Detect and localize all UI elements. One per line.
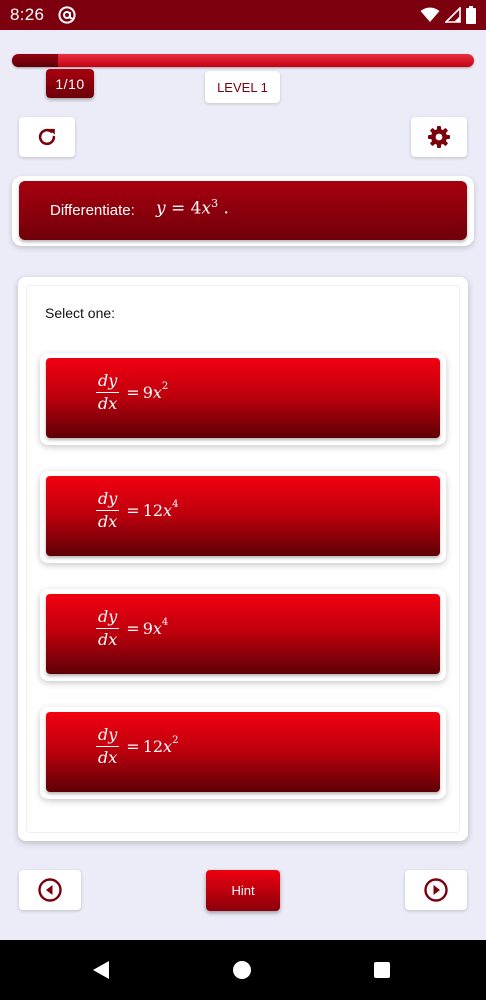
answer-rhs: 9x2 (142, 380, 169, 402)
fraction-numerator: dy (96, 726, 120, 747)
progress-fill (12, 54, 59, 67)
answer-option-4: dy dx = 12x2 (40, 707, 446, 799)
wifi-icon (420, 7, 440, 22)
circle-arrow-right-icon (424, 878, 448, 902)
answer-button-4[interactable]: dy dx = 12x2 (46, 712, 440, 792)
question-lhs: y (156, 198, 166, 219)
answers-panel: Select one: dy dx = 9x2 dy dx = 12x4 dy dx … (18, 277, 468, 841)
answer-button-1[interactable]: dy dx = 9x2 (46, 358, 440, 438)
answer-option-1: dy dx = 9x2 (40, 353, 446, 445)
question-equals: = (171, 198, 186, 219)
question-variable: x (201, 198, 212, 219)
answer-equation: dy dx = 9x4 (96, 608, 168, 649)
battery-icon (466, 6, 476, 24)
answer-option-3: dy dx = 9x4 (40, 589, 446, 681)
cell-signal-icon (445, 7, 461, 23)
back-icon[interactable] (92, 960, 110, 980)
answer-equation: dy dx = 9x2 (96, 372, 168, 413)
derivative-fraction: dy dx (96, 608, 120, 649)
question-equation: y = 4x3 . (156, 197, 229, 219)
question-counter: 1/10 (46, 69, 94, 98)
gear-icon (428, 126, 450, 148)
answer-equals: = (126, 737, 140, 756)
derivative-fraction: dy dx (96, 726, 120, 767)
derivative-fraction: dy dx (96, 490, 120, 531)
answer-option-2: dy dx = 12x4 (40, 471, 446, 563)
fraction-denominator: dx (98, 394, 118, 413)
refresh-button[interactable] (19, 117, 75, 157)
answer-coefficient: 9 (142, 619, 153, 638)
next-button[interactable] (405, 870, 467, 910)
refresh-icon (38, 128, 56, 146)
status-time: 8:26 (10, 5, 45, 24)
answer-variable: x (152, 383, 162, 402)
question-terminator: . (223, 198, 229, 219)
answer-equation: dy dx = 12x2 (96, 726, 178, 767)
settings-button[interactable] (411, 117, 467, 157)
answer-variable: x (163, 737, 173, 756)
progress-bar (12, 54, 474, 67)
hint-button[interactable]: Hint (206, 870, 280, 911)
fraction-numerator: dy (96, 490, 120, 511)
answer-rhs: 12x4 (142, 498, 179, 520)
answer-equals: = (126, 619, 140, 638)
answer-coefficient: 9 (142, 383, 153, 402)
fraction-denominator: dx (98, 748, 118, 767)
previous-button[interactable] (19, 870, 81, 910)
select-prompt: Select one: (45, 305, 116, 321)
answer-coefficient: 12 (142, 501, 164, 520)
answer-variable: x (152, 619, 162, 638)
question-coefficient: 4 (190, 198, 202, 219)
question-exponent: 3 (211, 197, 219, 210)
question-label: Differentiate: (50, 202, 135, 219)
answer-exponent: 2 (161, 380, 169, 392)
status-bar: 8:26 (0, 0, 486, 30)
level-label: LEVEL 1 (205, 71, 280, 103)
answer-button-2[interactable]: dy dx = 12x4 (46, 476, 440, 556)
status-icons (420, 6, 476, 24)
answer-rhs: 12x2 (142, 734, 179, 756)
answer-equation: dy dx = 12x4 (96, 490, 178, 531)
recents-icon[interactable] (374, 962, 390, 978)
answer-equals: = (126, 383, 140, 402)
answer-exponent: 2 (172, 734, 179, 746)
answer-button-3[interactable]: dy dx = 9x4 (46, 594, 440, 674)
home-icon[interactable] (233, 961, 251, 979)
answer-coefficient: 12 (142, 737, 164, 756)
fraction-denominator: dx (98, 512, 118, 531)
at-sign-icon (58, 6, 76, 24)
fraction-numerator: dy (96, 608, 120, 629)
answer-exponent: 4 (161, 616, 169, 628)
question-banner: Differentiate: y = 4x3 . (19, 181, 467, 240)
answer-equals: = (126, 501, 140, 520)
fraction-numerator: dy (96, 372, 120, 393)
question-card: Differentiate: y = 4x3 . (12, 176, 474, 246)
answer-rhs: 9x4 (142, 616, 169, 638)
answer-exponent: 4 (172, 498, 179, 510)
system-nav-bar (0, 940, 486, 1000)
circle-arrow-left-icon (38, 878, 62, 902)
answer-variable: x (163, 501, 173, 520)
derivative-fraction: dy dx (96, 372, 120, 413)
fraction-denominator: dx (98, 630, 118, 649)
